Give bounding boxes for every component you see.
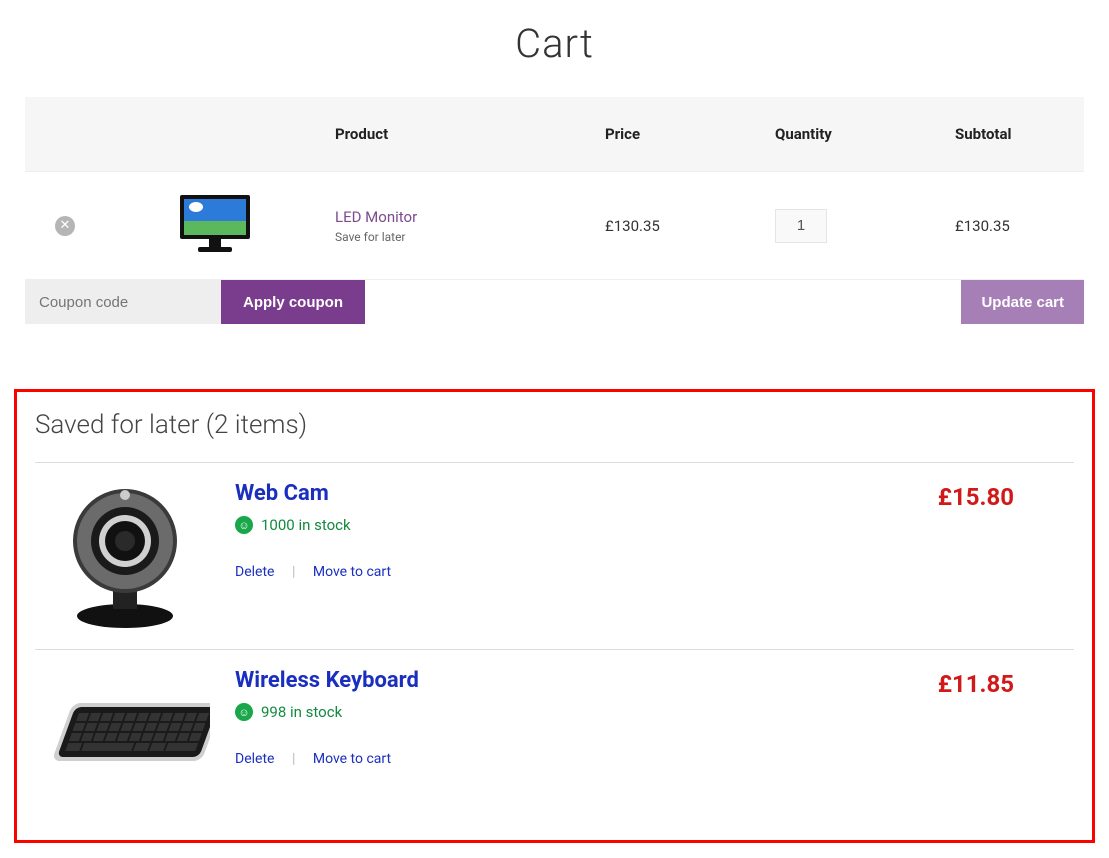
monitor-icon (176, 193, 254, 257)
product-name-link[interactable]: LED Monitor (335, 208, 417, 226)
separator: | (292, 751, 295, 767)
saved-item: Web Cam ☺ 1000 in stock Delete | Move to… (35, 462, 1074, 649)
cart-actions-row: Apply coupon Update cart (25, 280, 1084, 325)
stock-text: 1000 in stock (261, 516, 351, 534)
stock-text: 998 in stock (261, 703, 342, 721)
coupon-code-input[interactable] (25, 280, 221, 324)
col-price-header: Price (595, 97, 765, 172)
move-to-cart-link[interactable]: Move to cart (313, 564, 391, 580)
save-for-later-link[interactable]: Save for later (335, 230, 585, 244)
cart-row: ✕ L (25, 172, 1084, 280)
remove-item-icon[interactable]: ✕ (55, 216, 75, 236)
saved-item-name-link[interactable]: Web Cam (235, 481, 329, 506)
cart-table: Product Price Quantity Subtotal ✕ (25, 97, 1084, 324)
quantity-input[interactable] (775, 209, 827, 243)
col-quantity-header: Quantity (765, 97, 945, 172)
stock-status: ☺ 1000 in stock (235, 516, 918, 534)
col-thumbnail-header (105, 97, 325, 172)
saved-for-later-section: Saved for later (2 items) Web Cam ☺ 1000… (14, 389, 1095, 843)
saved-item: Wireless Keyboard ☺ 998 in stock Delete … (35, 649, 1074, 826)
apply-coupon-button[interactable]: Apply coupon (221, 280, 365, 324)
col-product-header: Product (325, 97, 595, 172)
col-subtotal-header: Subtotal (945, 97, 1084, 172)
saved-item-price: £15.80 (938, 483, 1074, 511)
update-cart-button[interactable]: Update cart (961, 280, 1084, 324)
saved-item-thumbnail[interactable] (35, 668, 215, 808)
saved-for-later-heading: Saved for later (2 items) (35, 406, 1074, 462)
page-title: Cart (25, 0, 1084, 97)
separator: | (292, 564, 295, 580)
delete-saved-item-link[interactable]: Delete (235, 751, 274, 767)
webcam-icon (50, 481, 200, 631)
in-stock-icon: ☺ (235, 703, 253, 721)
move-to-cart-link[interactable]: Move to cart (313, 751, 391, 767)
saved-item-price: £11.85 (938, 670, 1074, 698)
col-remove-header (25, 97, 105, 172)
product-subtotal: £130.35 (945, 172, 1084, 280)
product-price: £130.35 (595, 172, 765, 280)
in-stock-icon: ☺ (235, 516, 253, 534)
keyboard-icon (40, 683, 210, 793)
product-thumbnail[interactable] (170, 190, 260, 260)
saved-item-name-link[interactable]: Wireless Keyboard (235, 668, 419, 693)
delete-saved-item-link[interactable]: Delete (235, 564, 274, 580)
stock-status: ☺ 998 in stock (235, 703, 918, 721)
saved-item-thumbnail[interactable] (35, 481, 215, 631)
